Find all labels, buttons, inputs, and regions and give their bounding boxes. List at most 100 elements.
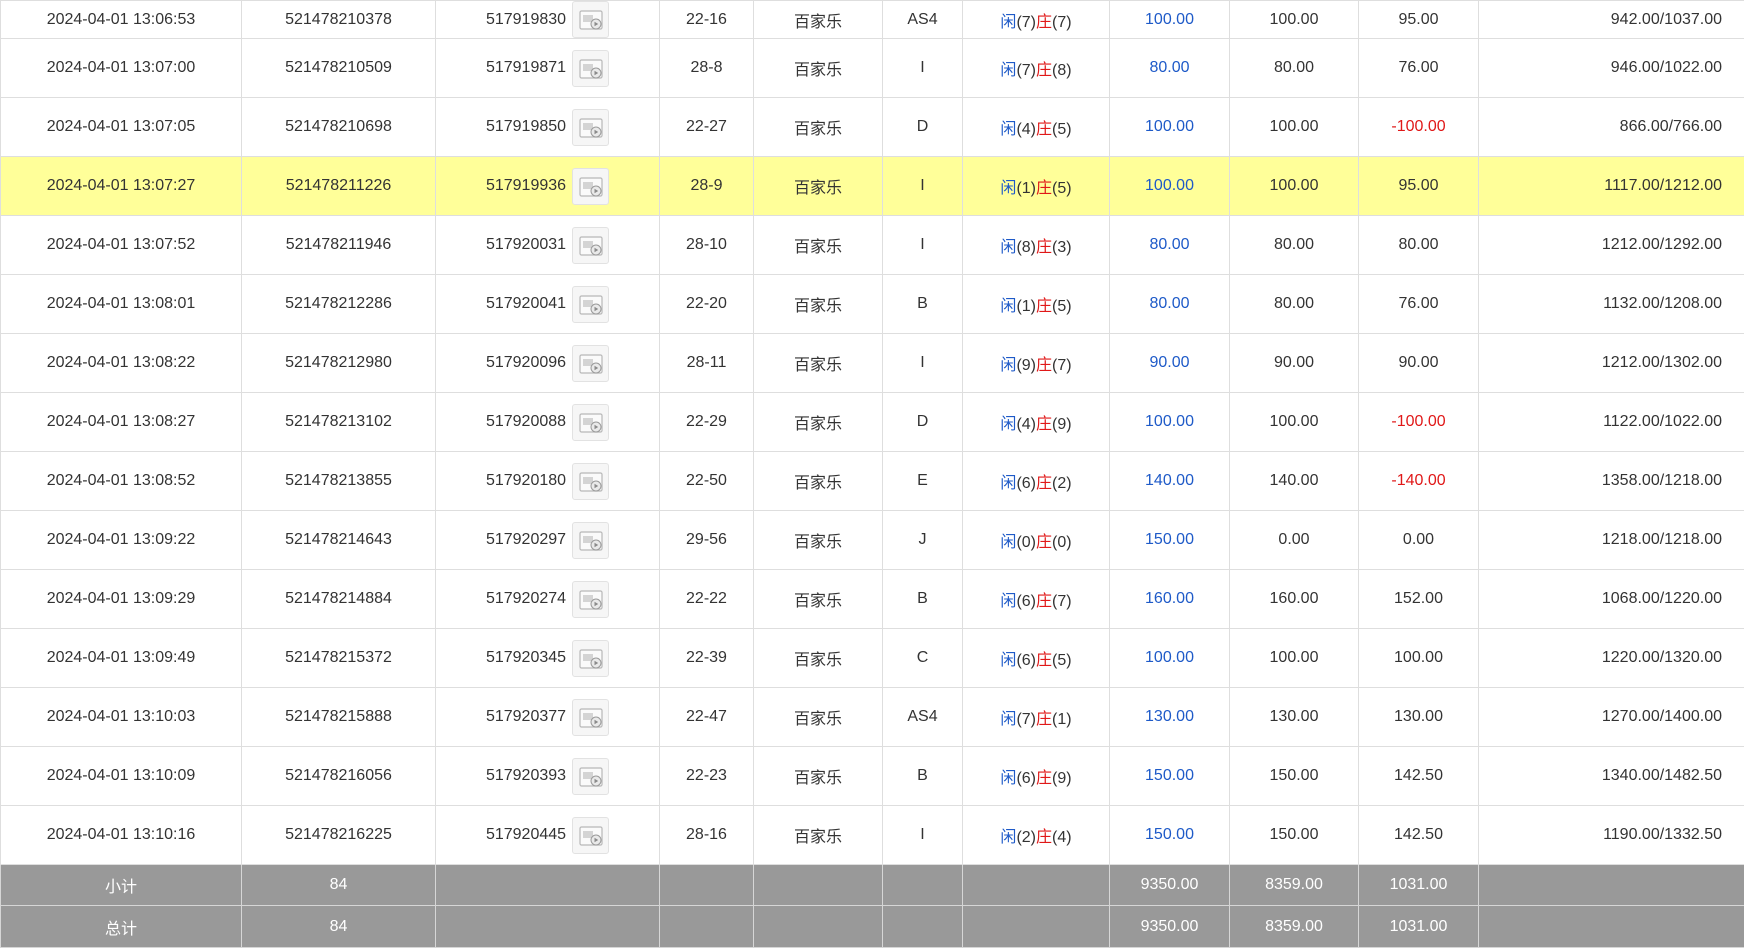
game-number-wrap: 517920445 bbox=[486, 817, 609, 854]
video-replay-icon[interactable] bbox=[572, 286, 609, 323]
bet-number-cell: 521478216056 bbox=[242, 747, 436, 806]
player-score: 1 bbox=[1022, 180, 1031, 197]
seat-cell: C bbox=[883, 629, 963, 688]
banker-label: 庄 bbox=[1036, 475, 1052, 492]
summary-bet-amount: 9350.00 bbox=[1110, 906, 1230, 948]
bet-number-cell: 521478215888 bbox=[242, 688, 436, 747]
table-row[interactable]: 2024-04-01 13:08:22521478212980517920096… bbox=[1, 334, 1744, 393]
bet-number-cell: 521478212286 bbox=[242, 275, 436, 334]
table-row[interactable]: 2024-04-01 13:10:09521478216056517920393… bbox=[1, 747, 1744, 806]
video-replay-icon[interactable] bbox=[572, 699, 609, 736]
video-replay-icon[interactable] bbox=[572, 581, 609, 618]
banker-score: 9 bbox=[1057, 770, 1066, 787]
player-label: 闲 bbox=[1000, 357, 1016, 374]
table-row[interactable]: 2024-04-01 13:06:53521478210378 517919830… bbox=[1, 1, 1744, 39]
video-replay-icon[interactable] bbox=[572, 109, 609, 146]
table-row[interactable]: 2024-04-01 13:08:01521478212286517920041… bbox=[1, 275, 1744, 334]
banker-score: 5 bbox=[1057, 121, 1066, 138]
result-cell: 闲(6)庄(2) bbox=[963, 452, 1110, 511]
table-number-cell: 22-47 bbox=[660, 688, 754, 747]
balance-cell: 1340.00/1482.50 bbox=[1479, 747, 1744, 806]
video-replay-icon[interactable] bbox=[572, 345, 609, 382]
bet-number-cell: 521478214884 bbox=[242, 570, 436, 629]
bet-number-cell: 521478211946 bbox=[242, 216, 436, 275]
bet-amount-cell: 100.00 bbox=[1110, 98, 1230, 157]
video-replay-icon[interactable] bbox=[572, 817, 609, 854]
seat-cell: I bbox=[883, 157, 963, 216]
banker-score: 1 bbox=[1057, 711, 1066, 728]
win-loss-cell: 76.00 bbox=[1359, 275, 1479, 334]
video-replay-icon[interactable] bbox=[572, 640, 609, 677]
summary-bet-amount: 9350.00 bbox=[1110, 865, 1230, 906]
game-type-cell: 百家乐 bbox=[754, 393, 883, 452]
table-row[interactable]: 2024-04-01 13:08:52521478213855517920180… bbox=[1, 452, 1744, 511]
valid-bet-cell: 140.00 bbox=[1230, 452, 1359, 511]
win-loss-cell: 0.00 bbox=[1359, 511, 1479, 570]
table-number-cell: 28-8 bbox=[660, 39, 754, 98]
table-row[interactable]: 2024-04-01 13:09:29521478214884517920274… bbox=[1, 570, 1744, 629]
game-number: 517920393 bbox=[486, 767, 566, 785]
bet-amount-cell: 100.00 bbox=[1110, 629, 1230, 688]
banker-label: 庄 bbox=[1036, 357, 1052, 374]
summary-empty-cell bbox=[883, 865, 963, 906]
game-number-cell: 517920088 bbox=[436, 393, 660, 452]
player-label: 闲 bbox=[1000, 298, 1016, 315]
win-loss-cell: 80.00 bbox=[1359, 216, 1479, 275]
table-number-cell: 29-56 bbox=[660, 511, 754, 570]
banker-score: 0 bbox=[1057, 534, 1066, 551]
table-row[interactable]: 2024-04-01 13:08:27521478213102517920088… bbox=[1, 393, 1744, 452]
banker-label: 庄 bbox=[1036, 770, 1052, 787]
game-type-cell: 百家乐 bbox=[754, 157, 883, 216]
game-number-cell: 517920041 bbox=[436, 275, 660, 334]
banker-score: 5 bbox=[1057, 652, 1066, 669]
valid-bet-cell: 80.00 bbox=[1230, 275, 1359, 334]
video-replay-icon[interactable] bbox=[572, 1, 609, 38]
video-replay-icon[interactable] bbox=[572, 404, 609, 441]
banker-score: 3 bbox=[1057, 239, 1066, 256]
video-replay-icon[interactable] bbox=[572, 227, 609, 264]
bet-time-cell: 2024-04-01 13:09:49 bbox=[1, 629, 242, 688]
player-score: 6 bbox=[1022, 770, 1031, 787]
game-number-cell: 517920297 bbox=[436, 511, 660, 570]
game-number: 517919830 bbox=[486, 11, 566, 29]
balance-cell: 1212.00/1302.00 bbox=[1479, 334, 1744, 393]
table-number-cell: 28-9 bbox=[660, 157, 754, 216]
game-number-wrap: 517919871 bbox=[486, 50, 609, 87]
video-replay-icon[interactable] bbox=[572, 168, 609, 205]
banker-label: 庄 bbox=[1036, 121, 1052, 138]
balance-cell: 1212.00/1292.00 bbox=[1479, 216, 1744, 275]
bet-number-cell: 521478210378 bbox=[242, 1, 436, 39]
video-replay-icon[interactable] bbox=[572, 463, 609, 500]
result-cell: 闲(4)庄(9) bbox=[963, 393, 1110, 452]
table-row[interactable]: 2024-04-01 13:07:27521478211226517919936… bbox=[1, 157, 1744, 216]
bet-time-cell: 2024-04-01 13:06:53 bbox=[1, 1, 242, 39]
win-loss-cell: 95.00 bbox=[1359, 157, 1479, 216]
table-row[interactable]: 2024-04-01 13:10:03521478215888517920377… bbox=[1, 688, 1744, 747]
game-type-cell: 百家乐 bbox=[754, 216, 883, 275]
video-replay-icon[interactable] bbox=[572, 758, 609, 795]
game-type-cell: 百家乐 bbox=[754, 806, 883, 865]
video-replay-icon[interactable] bbox=[572, 522, 609, 559]
game-type-cell: 百家乐 bbox=[754, 629, 883, 688]
game-number-cell: 517920377 bbox=[436, 688, 660, 747]
game-number-wrap: 517920377 bbox=[486, 699, 609, 736]
balance-cell: 1270.00/1400.00 bbox=[1479, 688, 1744, 747]
banker-score: 7 bbox=[1057, 357, 1066, 374]
balance-cell: 1358.00/1218.00 bbox=[1479, 452, 1744, 511]
table-row[interactable]: 2024-04-01 13:10:16521478216225517920445… bbox=[1, 806, 1744, 865]
banker-score: 7 bbox=[1057, 593, 1066, 610]
game-number: 517920377 bbox=[486, 708, 566, 726]
bet-number-cell: 521478212980 bbox=[242, 334, 436, 393]
table-row[interactable]: 2024-04-01 13:07:52521478211946517920031… bbox=[1, 216, 1744, 275]
banker-label: 庄 bbox=[1036, 298, 1052, 315]
table-row[interactable]: 2024-04-01 13:09:49521478215372517920345… bbox=[1, 629, 1744, 688]
table-number-cell: 22-16 bbox=[660, 1, 754, 39]
bet-time-cell: 2024-04-01 13:07:52 bbox=[1, 216, 242, 275]
video-replay-icon[interactable] bbox=[572, 50, 609, 87]
summary-label: 总计 bbox=[1, 906, 242, 948]
player-score: 7 bbox=[1022, 14, 1031, 31]
table-row[interactable]: 2024-04-01 13:07:00521478210509517919871… bbox=[1, 39, 1744, 98]
table-row[interactable]: 2024-04-01 13:07:05521478210698517919850… bbox=[1, 98, 1744, 157]
banker-score: 9 bbox=[1057, 416, 1066, 433]
table-row[interactable]: 2024-04-01 13:09:22521478214643517920297… bbox=[1, 511, 1744, 570]
